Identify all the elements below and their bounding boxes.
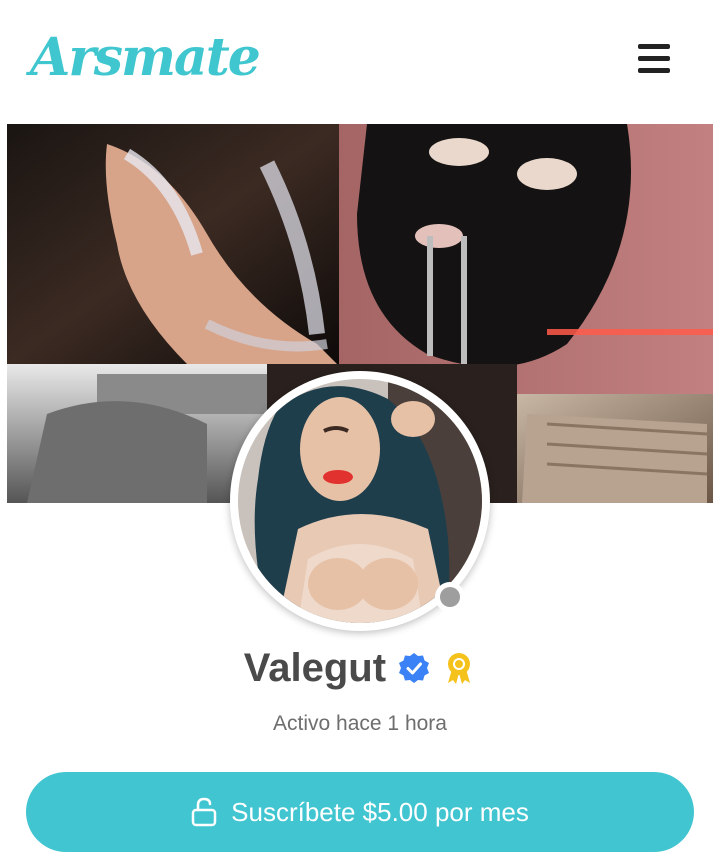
arsmate-logo[interactable]: Arsmate — [30, 28, 261, 88]
top-bar: Arsmate — [0, 0, 720, 120]
subscribe-button-label: Suscríbete $5.00 por mes — [231, 796, 529, 827]
award-ribbon-icon — [448, 653, 471, 684]
unlock-icon — [191, 797, 217, 827]
hamburger-menu-icon[interactable] — [638, 44, 672, 74]
subscribe-button[interactable]: Suscríbete $5.00 por mes — [26, 772, 694, 852]
profile-name: Valegut — [243, 646, 387, 690]
last-active-status: Activo hace 1 hora — [273, 712, 447, 735]
profile-name-row: Valegut — [0, 640, 720, 696]
profile-avatar[interactable] — [230, 371, 490, 631]
offline-status-dot — [435, 582, 465, 612]
verified-badge-icon — [399, 653, 430, 683]
